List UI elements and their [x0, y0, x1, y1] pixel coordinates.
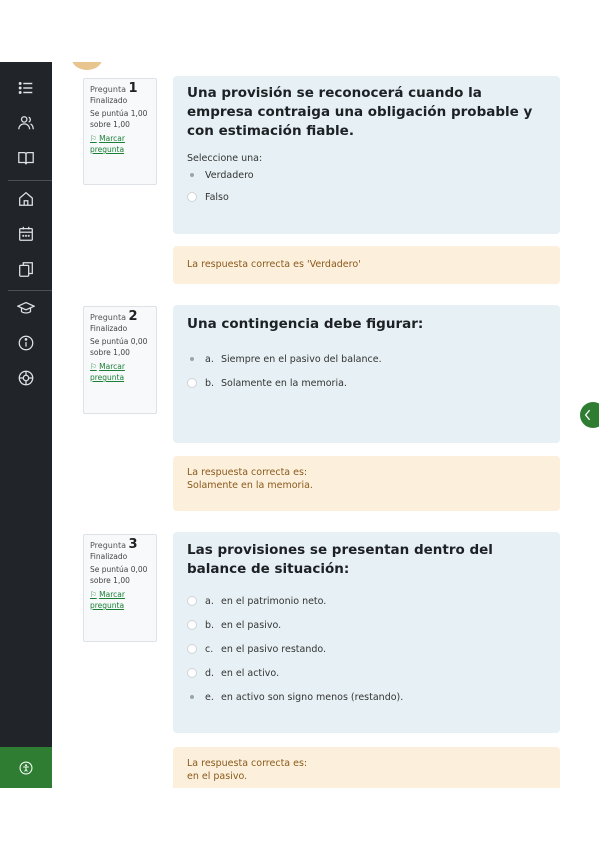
flag-question-link[interactable]: ⚐ Marcar pregunta [90, 589, 156, 611]
radio-unselected-icon [187, 620, 197, 630]
quiz-review-content: Pregunta 1 Finalizado Se puntúa 1,00 sob… [52, 72, 599, 788]
sidebar [0, 62, 52, 788]
sidebar-divider [8, 290, 52, 291]
answer-option-b[interactable]: b. Solamente en la memoria. [187, 371, 546, 395]
user-group-icon[interactable] [16, 113, 36, 133]
accessibility-button[interactable] [0, 747, 52, 788]
question-info-2: Pregunta 2 Finalizado Se puntúa 0,00 sob… [83, 306, 157, 414]
question-score: Se puntúa 0,00 sobre 1,00 [90, 337, 148, 357]
feedback-box-2: La respuesta correcta es: Solamente en l… [173, 456, 560, 511]
info-icon[interactable] [16, 333, 36, 353]
feedback-answer: Solamente en la memoria. [187, 480, 313, 491]
answer-option-d[interactable]: d. en el activo. [187, 661, 546, 685]
question-prompt: Seleccione una: [187, 153, 263, 164]
flag-icon: ⚐ [90, 362, 97, 371]
question-text: Las provisiones se presentan dentro del … [187, 542, 493, 577]
answer-option-a[interactable]: a. en el patrimonio neto. [187, 589, 546, 613]
radio-unselected-icon [187, 378, 197, 388]
radio-selected-icon [187, 170, 197, 180]
answer-option-a[interactable]: a. Siempre en el pasivo del balance. [187, 347, 546, 371]
question-score: Se puntúa 0,00 sobre 1,00 [90, 565, 148, 585]
book-icon[interactable] [16, 148, 36, 168]
question-score: Se puntúa 1,00 sobre 1,00 [90, 109, 148, 129]
question-state: Finalizado [90, 552, 128, 561]
question-box-1: Una provisión se reconocerá cuando la em… [173, 76, 560, 234]
question-text: Una contingencia debe figurar: [187, 316, 424, 332]
answer-option-falso[interactable]: Falso [187, 186, 546, 208]
feedback-answer: en el pasivo. [187, 771, 248, 782]
feedback-text: La respuesta correcta es 'Verdadero' [187, 259, 361, 270]
feedback-box-1: La respuesta correcta es 'Verdadero' [173, 246, 560, 284]
radio-unselected-icon [187, 668, 197, 678]
question-text: Una provisión se reconocerá cuando la em… [187, 85, 533, 139]
radio-selected-icon [187, 354, 197, 364]
answer-option-b[interactable]: b. en el pasivo. [187, 613, 546, 637]
question-info-1: Pregunta 1 Finalizado Se puntúa 1,00 sob… [83, 78, 157, 185]
question-number: Pregunta 1 [90, 81, 138, 96]
question-state: Finalizado [90, 324, 128, 333]
answer-option-c[interactable]: c. en el pasivo restando. [187, 637, 546, 661]
question-info-3: Pregunta 3 Finalizado Se puntúa 0,00 sob… [83, 534, 157, 642]
question-number: Pregunta 2 [90, 309, 138, 324]
settings-icon[interactable] [16, 368, 36, 388]
accessibility-icon [19, 761, 33, 774]
radio-unselected-icon [187, 596, 197, 606]
feedback-box-3: La respuesta correcta es: en el pasivo. [173, 747, 560, 788]
browser-viewport: Pregunta 1 Finalizado Se puntúa 1,00 sob… [0, 62, 599, 788]
radio-unselected-icon [187, 644, 197, 654]
feedback-text: La respuesta correcta es: [187, 758, 308, 769]
question-box-2: Una contingencia debe figurar: a. Siempr… [173, 305, 560, 443]
question-state: Finalizado [90, 96, 128, 105]
flag-icon: ⚐ [90, 590, 97, 599]
graduation-cap-icon[interactable] [16, 298, 36, 318]
radio-unselected-icon [187, 192, 197, 202]
chevron-left-icon [584, 409, 591, 421]
answer-option-e[interactable]: e. en activo son signo menos (restando). [187, 685, 546, 709]
flag-icon: ⚐ [90, 134, 97, 143]
list-icon[interactable] [16, 78, 36, 98]
answer-option-verdadero[interactable]: Verdadero [187, 164, 546, 186]
sidebar-divider [8, 180, 52, 181]
radio-selected-icon [187, 692, 197, 702]
avatar[interactable] [72, 62, 102, 70]
flag-question-link[interactable]: ⚐ Marcar pregunta [90, 361, 156, 383]
calendar-icon[interactable] [16, 224, 36, 244]
question-number: Pregunta 3 [90, 537, 138, 552]
home-icon[interactable] [16, 189, 36, 209]
question-box-3: Las provisiones se presentan dentro del … [173, 532, 560, 733]
copy-icon[interactable] [16, 259, 36, 279]
flag-question-link[interactable]: ⚐ Marcar pregunta [90, 133, 156, 155]
drawer-toggle-button[interactable] [580, 402, 599, 428]
feedback-text: La respuesta correcta es: [187, 467, 308, 478]
